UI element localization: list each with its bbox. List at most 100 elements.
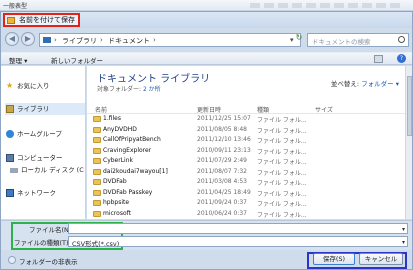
nav-item-label: ネットワーク (17, 189, 56, 197)
file-name-cell: 1.files (103, 115, 121, 122)
file-type-cell: ファイル フォル... (257, 127, 307, 135)
breadcrumb-sep-icon: › (100, 36, 103, 44)
back-button[interactable]: ◀ (5, 32, 19, 46)
address-row: ◀ ▶ › ライブラリ › ドキュメント › ▾ ↻ ドキュメントの検索 (1, 30, 412, 50)
arrange-by: 並べ替え: フォルダー ▾ (331, 78, 399, 88)
filename-label: ファイル名(N): (29, 226, 74, 234)
table-row[interactable]: DVDFab 2011/03/08 4:53 ファイル フォル... (87, 177, 405, 188)
file-name-cell: DVDFab (103, 178, 127, 185)
nav-item-local-disk[interactable]: ローカル ディスク (C (9, 164, 89, 176)
search-icon (398, 36, 405, 43)
file-type-cell: ファイル フォル... (257, 169, 307, 177)
table-row[interactable]: CravingExplorer 2010/09/11 23:13 ファイル フォル.… (87, 146, 405, 157)
table-row[interactable]: CallOfPripyatBench 2011/12/10 13:46 ファイル フ… (87, 135, 405, 146)
filename-field[interactable]: ▾ (68, 223, 408, 234)
filetype-select[interactable]: CSV形式(*.csv) ▾ (68, 236, 408, 248)
filename-dropdown-icon[interactable]: ▾ (402, 226, 405, 233)
nav-item-label: お気に入り (17, 82, 50, 90)
table-row[interactable]: AnyDVDHD 2011/08/05 8:48 ファイル フォル... (87, 125, 405, 136)
arrange-label: 並べ替え: (330, 80, 360, 88)
nav-item-libraries[interactable]: ライブラリ (5, 103, 85, 115)
disk-icon (10, 168, 18, 173)
filetype-dropdown-icon[interactable]: ▾ (402, 239, 405, 246)
save-button[interactable]: 保存(S) (313, 253, 355, 265)
file-type-cell: ファイル フォル... (257, 201, 307, 208)
file-type-cell: ファイル フォル... (257, 180, 307, 187)
column-header-name[interactable]: 名前 (95, 105, 107, 114)
command-toolbar: 整理 ▾ 新しいフォルダー ? (1, 52, 412, 65)
folder-icon (93, 189, 101, 196)
breadcrumb-documents[interactable]: ドキュメント (108, 36, 150, 46)
table-row[interactable]: dai2koudai7wayou[1] 2011/08/07 7:32 ファイル フ… (87, 167, 405, 178)
homegroup-icon (6, 130, 14, 138)
file-name-cell: dai2koudai7wayou[1] (103, 167, 168, 175)
file-date-cell: 2011/12/25 15:07 (197, 115, 251, 122)
outer-title-bar: 一般表型 (0, 0, 413, 11)
column-header-date[interactable]: 更新日時 (197, 105, 221, 114)
file-date-cell: 2011/09/24 0:37 (197, 199, 247, 206)
background-toolbar-fragment (250, 3, 400, 8)
file-name-cell: hpbpsite (103, 199, 130, 206)
file-name-cell: CravingExplorer (103, 146, 152, 154)
nav-item-computer[interactable]: コンピューター (5, 152, 85, 164)
table-row[interactable]: microsoft 2010/06/24 0:37 ファイル フォル... (87, 209, 405, 220)
file-date-cell: 2011/08/05 8:48 (197, 125, 247, 133)
arrange-dropdown[interactable]: フォルダー ▾ (361, 80, 399, 88)
folder-icon (93, 158, 101, 164)
nav-item-favorites[interactable]: ★ お気に入り (5, 80, 85, 92)
table-row[interactable]: DVDFab Passkey 2011/04/25 18:49 ファイル フォル..… (87, 188, 405, 199)
folder-icon (93, 200, 101, 206)
nav-item-label: ホームグループ (17, 130, 62, 138)
hide-folders-toggle[interactable]: フォルダーの非表示 (8, 256, 78, 266)
refresh-icon[interactable]: ↻ (293, 33, 305, 47)
breadcrumb-sep-icon: › (153, 36, 156, 44)
computer-icon (6, 154, 14, 162)
nav-item-network[interactable]: ネットワーク (5, 187, 85, 199)
file-name-cell: DVDFab Passkey (103, 188, 153, 196)
folder-icon (93, 210, 101, 217)
column-header-row: 名前 更新日時 種類 サイズ (87, 104, 405, 114)
folder-icon (93, 126, 101, 133)
collapse-icon (8, 256, 16, 264)
file-date-cell: 2011/03/08 4:53 (197, 178, 247, 185)
library-folder-icon (43, 37, 51, 43)
cancel-button[interactable]: キャンセル (359, 253, 403, 265)
vertical-scrollbar[interactable] (405, 66, 412, 219)
column-header-size[interactable]: サイズ (315, 105, 333, 114)
dialog-title-highlight: 名前を付けて保存 (3, 13, 80, 27)
new-folder-button[interactable]: 新しいフォルダー (51, 55, 103, 65)
help-icon[interactable]: ? (397, 54, 406, 63)
target-count-link[interactable]: 2 か所 (143, 86, 161, 93)
file-list-pane: ドキュメント ライブラリ 対象フォルダー: 2 か所 並べ替え: フォルダー ▾… (87, 66, 405, 219)
search-placeholder: ドキュメントの検索 (312, 38, 371, 46)
file-type-cell: ファイル フォル... (257, 138, 307, 145)
library-title: ドキュメント ライブラリ (97, 74, 211, 85)
view-options-icon[interactable] (374, 55, 383, 63)
table-row[interactable]: 1.files 2011/12/25 15:07 ファイル フォル... (87, 114, 405, 125)
dialog-footer: フォルダーの非表示 保存(S) キャンセル (1, 251, 412, 269)
file-date-cell: 2010/09/11 23:13 (197, 146, 251, 154)
folder-icon (93, 147, 101, 154)
organize-button[interactable]: 整理 ▾ (9, 55, 27, 65)
breadcrumb-library[interactable]: ライブラリ (62, 36, 97, 46)
table-row[interactable]: hpbpsite 2011/09/24 0:37 ファイル フォル... (87, 198, 405, 209)
file-name-cell: AnyDVDHD (103, 125, 137, 133)
table-row[interactable]: CyberLink 2011/07/29 2:49 ファイル フォル... (87, 156, 405, 167)
search-input[interactable]: ドキュメントの検索 (307, 33, 409, 47)
file-type-cell: ファイル フォル... (257, 159, 307, 166)
filetype-label: ファイルの種類(T): (14, 239, 71, 247)
forward-button[interactable]: ▶ (21, 32, 35, 46)
nav-item-label: ライブラリ (17, 105, 50, 113)
column-header-type[interactable]: 種類 (257, 105, 269, 114)
nav-item-homegroup[interactable]: ホームグループ (5, 128, 85, 140)
file-type-cell: ファイル フォル... (257, 190, 307, 198)
file-type-cell: ファイル フォル... (257, 117, 307, 124)
file-name-cell: CyberLink (103, 157, 133, 164)
file-name-cell: microsoft (103, 209, 131, 217)
scrollbar-thumb[interactable] (407, 76, 412, 136)
folder-icon (93, 116, 101, 122)
folder-icon (93, 179, 101, 185)
outer-window-title: 一般表型 (3, 3, 28, 10)
filetype-value: CSV形式(*.csv) (72, 240, 120, 248)
breadcrumb[interactable]: › ライブラリ › ドキュメント › ▾ (39, 33, 301, 47)
